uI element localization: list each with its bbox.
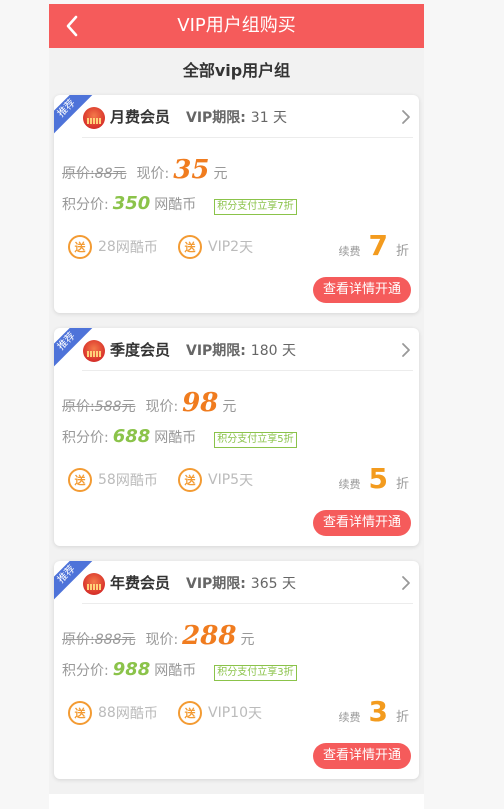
next-card-edge — [49, 794, 424, 809]
gift-points: 送 58 网酷币 — [68, 468, 158, 492]
current-price: 98 — [182, 388, 219, 418]
points-unit: 网酷币 — [154, 197, 197, 213]
renew-discount-value: 7 — [368, 229, 388, 262]
chevron-right-icon[interactable] — [399, 342, 413, 358]
points-discount-tag: 积分支付立享7折 — [214, 199, 297, 215]
renew-label: 续费 — [338, 478, 361, 491]
currency-unit: 元 — [213, 166, 228, 182]
plan-name: 月费会员 — [110, 108, 171, 126]
plan-card-header[interactable]: 月费会员 VIP期限: 31 天 — [54, 95, 419, 138]
gift-vip-days: 送 VIP 2 天 — [178, 235, 253, 259]
renew-discount: 续费 5 折 — [339, 462, 410, 495]
points-price: 988 — [112, 659, 151, 680]
view-details-button[interactable]: 查看详情开通 — [312, 510, 411, 536]
points-row: 积分价: 988 网酷币 积分支付立享3折 — [62, 659, 297, 681]
discount-unit: 折 — [395, 477, 409, 492]
gift-points: 送 88 网酷币 — [68, 701, 158, 725]
renew-discount: 续费 3 折 — [339, 695, 410, 728]
points-row: 积分价: 688 网酷币 积分支付立享5折 — [62, 426, 297, 448]
gift-icon: 送 — [178, 701, 202, 725]
current-price-label: 现价: — [136, 166, 170, 182]
plan-card-yearly: 推荐 年费会员 VIP期限: 365 天 原价:888元 现价: 288 元 积… — [54, 561, 419, 779]
plan-badge-icon — [83, 107, 105, 129]
current-price-label: 现价: — [145, 632, 179, 648]
points-label: 积分价: — [62, 430, 109, 446]
discount-unit: 折 — [395, 710, 409, 725]
points-row: 积分价: 350 网酷币 积分支付立享7折 — [62, 193, 297, 215]
plan-badge-icon — [83, 340, 105, 362]
original-price: 原价:888元 — [62, 632, 136, 648]
current-price: 288 — [182, 621, 237, 651]
renew-discount-value: 5 — [368, 462, 388, 495]
plan-period: VIP期限: 365 天 — [186, 576, 296, 592]
original-price: 原价:588元 — [62, 399, 136, 415]
points-discount-tag: 积分支付立享3折 — [214, 665, 297, 681]
current-price-label: 现价: — [145, 399, 179, 415]
page-title: VIP用户组购买 — [177, 15, 296, 36]
vip-purchase-page: VIP用户组购买 全部vip用户组 推荐 月费会员 VIP期限: 31 天 原价… — [49, 4, 424, 809]
original-price: 原价:88元 — [62, 166, 127, 182]
gift-vip-days: 送 VIP 5 天 — [178, 468, 253, 492]
gift-icon: 送 — [68, 468, 92, 492]
points-price: 688 — [112, 426, 151, 447]
chevron-right-icon[interactable] — [399, 109, 413, 125]
points-unit: 网酷币 — [154, 430, 197, 446]
plan-name: 年费会员 — [110, 574, 171, 592]
plan-badge-icon — [83, 573, 105, 595]
divider — [82, 137, 413, 138]
gift-icon: 送 — [178, 235, 202, 259]
price-row: 原价:588元 现价: 98 元 — [62, 388, 236, 418]
plan-name: 季度会员 — [110, 341, 171, 359]
plan-period: VIP期限: 31 天 — [186, 110, 288, 126]
points-unit: 网酷币 — [154, 663, 197, 679]
points-discount-tag: 积分支付立享5折 — [214, 432, 297, 448]
price-row: 原价:88元 现价: 35 元 — [62, 155, 227, 185]
plan-card-monthly: 推荐 月费会员 VIP期限: 31 天 原价:88元 现价: 35 元 积分价:… — [54, 95, 419, 313]
gift-icon: 送 — [68, 701, 92, 725]
plan-card-header[interactable]: 年费会员 VIP期限: 365 天 — [54, 561, 419, 604]
divider — [82, 603, 413, 604]
renew-discount-value: 3 — [368, 695, 388, 728]
plan-card-header[interactable]: 季度会员 VIP期限: 180 天 — [54, 328, 419, 371]
discount-unit: 折 — [395, 244, 409, 259]
view-details-button[interactable]: 查看详情开通 — [312, 743, 411, 769]
renew-label: 续费 — [338, 245, 361, 258]
section-title: 全部vip用户组 — [182, 61, 291, 80]
points-label: 积分价: — [62, 197, 109, 213]
points-label: 积分价: — [62, 663, 109, 679]
view-details-button[interactable]: 查看详情开通 — [312, 277, 411, 303]
gift-vip-days: 送 VIP 10 天 — [178, 701, 262, 725]
divider — [82, 370, 413, 371]
header-bar: VIP用户组购买 — [49, 4, 424, 48]
gift-points: 送 28 网酷币 — [68, 235, 158, 259]
plan-period: VIP期限: 180 天 — [186, 343, 296, 359]
currency-unit: 元 — [240, 632, 255, 648]
price-row: 原价:888元 现价: 288 元 — [62, 621, 254, 651]
plan-card-quarterly: 推荐 季度会员 VIP期限: 180 天 原价:588元 现价: 98 元 积分… — [54, 328, 419, 546]
chevron-right-icon[interactable] — [399, 575, 413, 591]
currency-unit: 元 — [222, 399, 237, 415]
points-price: 350 — [112, 193, 151, 214]
current-price: 35 — [173, 155, 210, 185]
renew-discount: 续费 7 折 — [339, 229, 410, 262]
renew-label: 续费 — [338, 711, 361, 724]
gift-icon: 送 — [68, 235, 92, 259]
gift-icon: 送 — [178, 468, 202, 492]
